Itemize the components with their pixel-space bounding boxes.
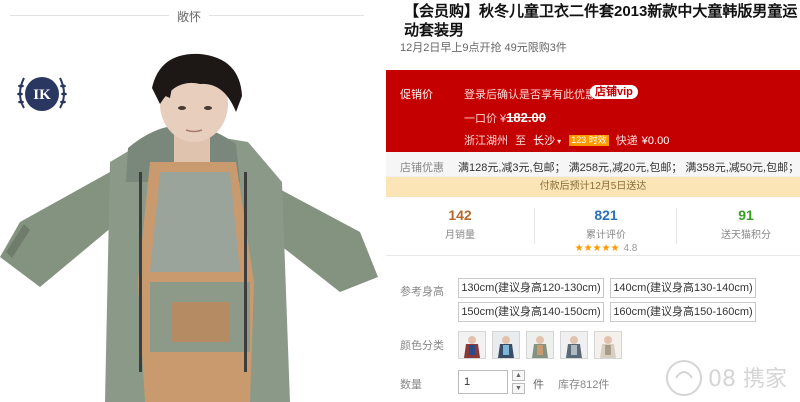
stock-count: 库存812件 [558,379,610,391]
price-prefix: 一口价 ¥ [464,113,507,125]
vip-badge[interactable]: 店铺vip [590,85,638,99]
color-swatch[interactable] [526,331,554,359]
color-swatch[interactable] [594,331,622,359]
stat-label: 累计评价 [586,230,626,241]
shipping-row: 浙江湖州 至 长沙 ▾ 123 时效 快递 ¥0.00 [464,132,669,148]
caption: 敞怀 [0,8,378,25]
color-label: 颜色分类 [400,340,444,352]
ship-from: 浙江湖州 [464,135,508,147]
coupon-label: 店铺优惠 [400,162,444,174]
product-image-panel: 敞怀 IK [0,0,378,402]
quantity-input[interactable]: 1 [458,370,508,394]
ship-label: 快递 [615,135,638,147]
size-option-160[interactable]: 160cm(建议身高150-160cm) [610,302,756,322]
stat-label: 送天猫积分 [721,230,771,241]
color-swatch[interactable] [560,331,588,359]
stat-divider [534,208,535,244]
watermark-logo: 08 携家 [666,360,787,396]
svg-text:IK: IK [33,87,51,103]
rating-stars: ★★★★★ [574,243,620,254]
promo-desc[interactable]: 登录后确认是否享有此优惠 [464,86,596,102]
color-swatch[interactable] [458,331,486,359]
stats-bar: 142 月销量 821 累计评价 ★★★★★ 4.8 91 送天猫积分 [386,204,800,256]
product-title: 【会员购】秋冬儿童卫衣二件套2013新款中大童韩版男童运动套装男 [404,3,798,39]
price-row: 一口价 ¥182.00 [464,110,546,126]
promo-label: 促销价 [400,89,433,101]
ship-to[interactable]: 长沙 [533,135,555,147]
stat-num: 91 [738,207,754,223]
stat-divider [676,208,677,244]
ship-fee: ¥0.00 [641,135,670,147]
quantity-label: 数量 [400,379,422,391]
promo-block: 促销价 登录后确认是否享有此优惠 店铺vip 一口价 ¥182.00 浙江湖州 … [386,70,800,152]
delivery-estimate: 付款后预计12月5日送达 [386,177,800,197]
stat-points: 91 送天猫积分 [686,204,800,241]
product-subtitle: 12月2日早上9点开抢 49元限购3件 [400,42,567,54]
timer-badge: 123 时效 [569,135,609,146]
rating-row: ★★★★★ 4.8 [546,241,666,255]
color-swatch[interactable] [492,331,520,359]
size-label: 参考身高 [400,286,444,298]
size-option-150[interactable]: 150cm(建议身高140-150cm) [458,302,604,322]
stat-num: 821 [594,207,618,223]
product-info-panel: 【会员购】秋冬儿童卫衣二件套2013新款中大童韩版男童运动套装男 12月2日早上… [386,0,800,402]
chevron-down-icon[interactable]: ▾ [557,137,561,146]
laurel-logo: IK [17,77,67,111]
stat-reviews[interactable]: 821 累计评价 ★★★★★ 4.8 [546,204,666,255]
coupon-row: 店铺优惠 满128元,减3元,包邮； 满258元,减20元,包邮； 满358元,… [386,152,800,177]
chevron-up-icon[interactable]: ▲ [512,370,525,381]
chevron-down-icon[interactable]: ▼ [512,383,525,394]
stat-monthly-sales: 142 月销量 [400,204,520,241]
rating-value: 4.8 [623,243,638,254]
original-price: 182.00 [506,110,546,125]
ship-to-label: 至 [515,135,527,147]
size-option-130[interactable]: 130cm(建议身高120-130cm) [458,278,604,298]
stat-label: 月销量 [445,230,475,241]
coupon-text[interactable]: 满128元,减3元,包邮； 满258元,减20元,包邮； 满358元,减50元,… [458,159,799,175]
size-option-140[interactable]: 140cm(建议身高130-140cm) [610,278,756,298]
watermark-text: 08 携家 [708,367,787,392]
quantity-unit: 件 [533,379,544,391]
stat-num: 142 [448,207,472,223]
